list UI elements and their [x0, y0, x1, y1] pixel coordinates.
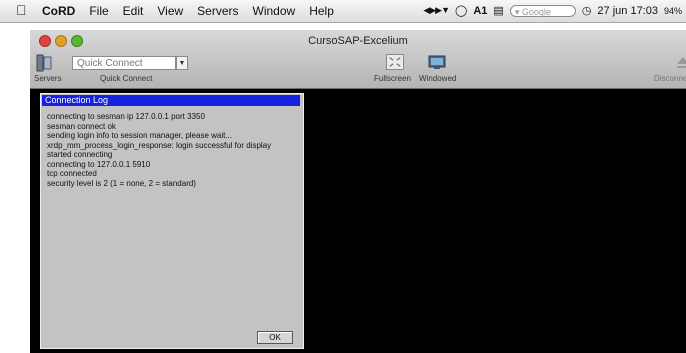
apple-icon[interactable]: 	[16, 2, 27, 18]
ok-button[interactable]: OK	[257, 331, 293, 344]
servers-icon[interactable]	[36, 54, 52, 72]
windowed-icon[interactable]	[428, 54, 446, 70]
servers-label: Servers	[34, 74, 62, 83]
log-line: connecting to sesman ip 127.0.0.1 port 3…	[47, 112, 205, 121]
status-area: ◀▶▶▼ ◯ A1 ▤ ▾ Google ◷ 27 jun 17:03 94%	[417, 4, 682, 17]
log-line: xrdp_mm_process_login_response: login su…	[47, 140, 272, 150]
media-controls-icon[interactable]: ◀▶▶▼	[423, 5, 450, 16]
connection-log-text: connecting to sesman ip 127.0.0.1 port 3…	[47, 112, 301, 188]
disconnect-label: Disconnect	[654, 74, 686, 83]
search-placeholder: Google	[521, 6, 551, 17]
menu-items: CoRD File Edit View Servers Window Help	[42, 4, 348, 18]
menu-bar:  CoRD File Edit View Servers Window Hel…	[0, 0, 686, 23]
time-machine-icon[interactable]: ◯	[455, 4, 467, 17]
adobe-icon[interactable]: A1	[473, 5, 487, 17]
menu-view[interactable]: View	[157, 4, 183, 18]
clock-icon[interactable]: ◷	[582, 4, 592, 17]
window-title: CursoSAP-Excelium	[308, 35, 408, 47]
eject-icon[interactable]	[675, 54, 686, 70]
window-toolbar: CursoSAP-Excelium Servers Quick Connect …	[30, 30, 686, 89]
display-icon[interactable]: ▤	[493, 4, 503, 17]
chevron-down-icon[interactable]: ▼	[176, 56, 188, 70]
fullscreen-icon[interactable]	[386, 54, 404, 70]
battery-status[interactable]: 94%	[664, 6, 682, 16]
quick-connect-label: Quick Connect	[100, 74, 153, 83]
fullscreen-label: Fullscreen	[374, 74, 411, 83]
menu-app-name[interactable]: CoRD	[42, 4, 75, 18]
log-line: sesman connect ok	[47, 121, 116, 131]
log-line: security level is 2 (1 = none, 2 = stand…	[47, 178, 196, 188]
log-line: tcp connected	[47, 169, 97, 178]
log-line: started connecting	[47, 150, 113, 159]
log-line: connecting to 127.0.0.1 5910	[47, 159, 151, 169]
search-field[interactable]: ▾ Google	[509, 4, 576, 17]
windowed-label: Windowed	[419, 74, 457, 83]
menu-help[interactable]: Help	[309, 4, 334, 18]
remote-desktop-area[interactable]: Connection Log connecting to sesman ip 1…	[30, 89, 686, 353]
quick-connect-input[interactable]: Quick Connect	[72, 56, 176, 70]
menu-window[interactable]: Window	[253, 4, 296, 18]
log-line: sending login info to session manager, p…	[47, 131, 233, 140]
menu-servers[interactable]: Servers	[197, 4, 238, 18]
menu-edit[interactable]: Edit	[123, 4, 144, 18]
cord-window: CursoSAP-Excelium Servers Quick Connect …	[30, 30, 686, 353]
clock[interactable]: 27 jun 17:03	[597, 5, 658, 17]
dialog-title: Connection Log	[42, 95, 300, 106]
adobe-count: 1	[481, 4, 488, 17]
menu-file[interactable]: File	[89, 4, 108, 18]
connection-log-dialog: Connection Log connecting to sesman ip 1…	[40, 93, 304, 349]
